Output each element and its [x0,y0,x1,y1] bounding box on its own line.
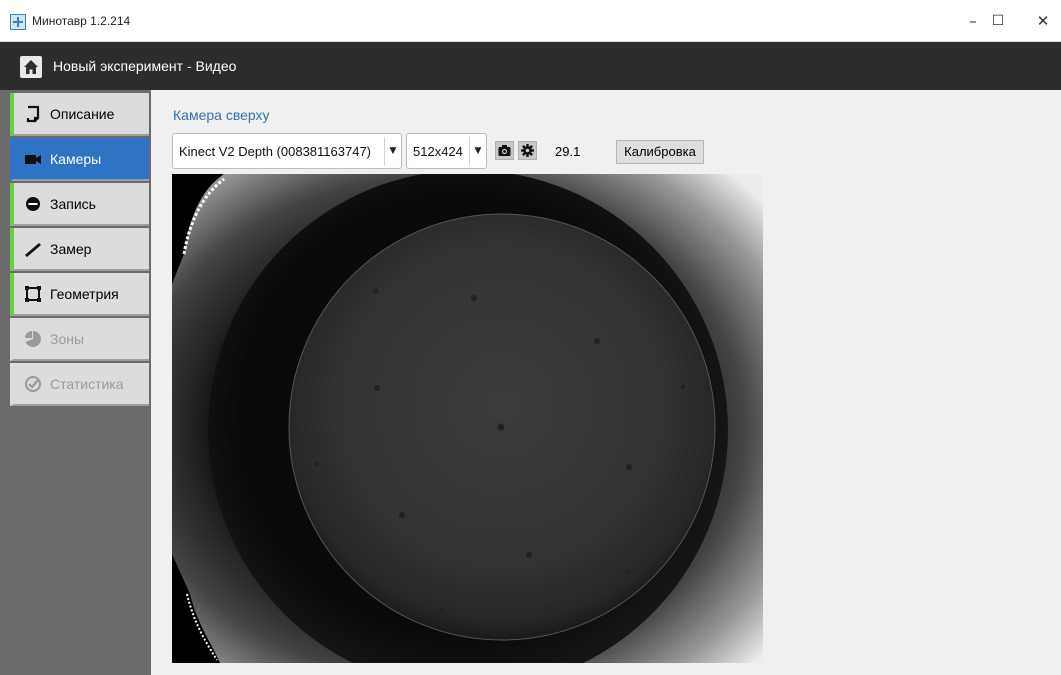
fps-readout: 29.1 [555,144,581,159]
description-icon [26,105,40,123]
window-titlebar: Минотавр 1.2.214 – ☐ ✕ [0,0,1061,42]
sidebar-item-label: Геометрия [50,286,119,302]
maximize-button[interactable]: ☐ [983,10,1013,32]
camera-device-select[interactable]: Kinect V2 Depth (008381163747) ▼ [172,133,402,169]
app-icon [10,14,26,30]
home-button[interactable] [20,56,42,78]
depth-image [172,174,763,663]
resolution-value: 512x424 [413,144,463,159]
chevron-down-icon: ▼ [384,137,401,165]
close-button[interactable]: ✕ [1028,10,1058,32]
sidebar-item-label: Замер [50,241,92,257]
sidebar-item-geometry[interactable]: Геометрия [10,273,149,316]
sidebar-item-label: Описание [50,106,115,122]
statistics-icon [25,376,41,392]
chevron-down-icon: ▼ [469,137,486,165]
sidebar-item-label: Зоны [50,331,85,347]
home-icon [24,60,38,74]
sidebar-item-label: Статистика [50,376,124,392]
calibrate-button[interactable]: Калибровка [616,140,704,164]
resolution-select[interactable]: 512x424 ▼ [406,133,487,169]
ruler-icon [25,243,41,257]
sidebar-item-description[interactable]: Описание [10,93,149,136]
sidebar-item-zones[interactable]: Зоны [10,318,149,361]
window-title: Минотавр 1.2.214 [32,14,131,28]
sidebar: Описание Камеры Запись Замер Геометрия З… [0,90,151,675]
snapshot-button[interactable] [495,141,514,160]
camera-section-label: Камера сверху [173,107,270,123]
record-icon [26,197,40,211]
camera-view[interactable] [172,174,763,663]
sidebar-item-statistics[interactable]: Статистика [10,363,149,406]
sidebar-item-cameras[interactable]: Камеры [10,138,149,181]
page-title: Новый эксперимент - Видео [53,58,237,74]
video-camera-icon [25,155,41,164]
gear-icon [521,144,534,157]
sidebar-item-recording[interactable]: Запись [10,183,149,226]
camera-settings-button[interactable] [518,141,537,160]
sidebar-item-label: Запись [50,196,96,212]
geometry-icon [25,286,41,302]
sidebar-item-measure[interactable]: Замер [10,228,149,271]
camera-device-value: Kinect V2 Depth (008381163747) [179,144,372,159]
header-bar: Новый эксперимент - Видео [0,42,1061,90]
camera-icon [498,145,511,156]
pie-chart-icon [25,331,41,347]
sidebar-item-label: Камеры [50,151,102,167]
